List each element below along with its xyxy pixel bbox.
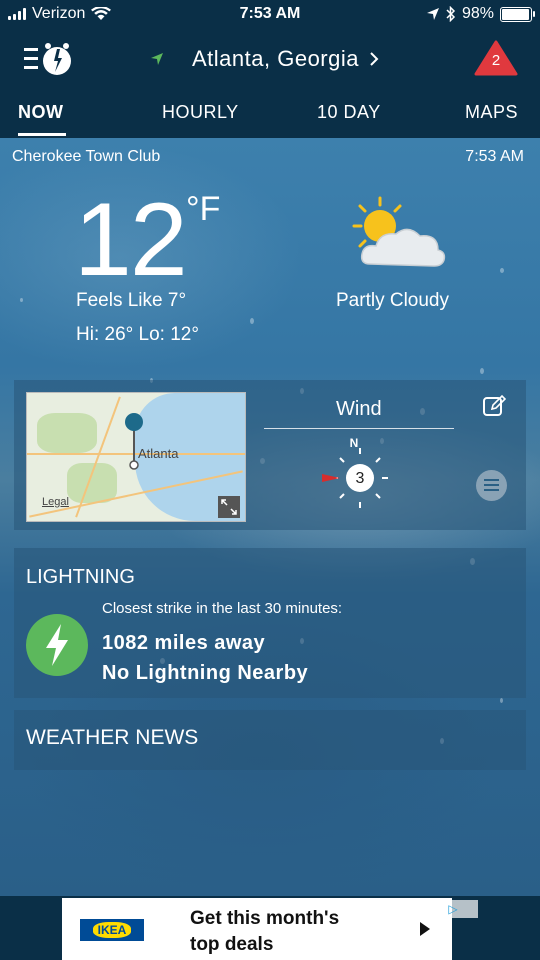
ikea-logo-text: IKEA [92, 922, 132, 938]
condition-text: Partly Cloudy [336, 290, 449, 311]
tab-bar: NOW HOURLY 10 DAY MAPS [0, 90, 540, 138]
battery-icon [500, 6, 535, 22]
adchoices-icon[interactable]: ▷ [428, 900, 478, 918]
tab-now[interactable]: NOW [18, 102, 64, 123]
map-city-label: Atlanta [138, 446, 179, 461]
divider [264, 428, 454, 429]
wind-direction-arrow-icon [322, 474, 340, 482]
tab-maps[interactable]: MAPS [465, 102, 518, 123]
observation-time: 7:53 AM [465, 148, 524, 165]
lightning-distance: 1082 miles away [102, 632, 266, 654]
lightning-title: LIGHTNING [26, 566, 135, 588]
location-selector[interactable]: Atlanta, Georgia [150, 46, 379, 72]
play-arrow-icon [420, 922, 430, 936]
app-header: Atlanta, Georgia 2 [0, 30, 540, 90]
weather-news-title: WEATHER NEWS [26, 726, 199, 749]
map-legal-link[interactable]: Legal [42, 496, 69, 508]
status-bar: Verizon 7:53 AM 98% [0, 0, 540, 30]
alert-count: 2 [491, 52, 501, 69]
wind-title: Wind [336, 398, 382, 420]
ad-headline: Get this month's [190, 908, 340, 929]
edit-icon[interactable] [482, 394, 506, 418]
ad-banner[interactable]: IKEA Get this month's top deals [62, 898, 452, 960]
lightning-bolt-icon [26, 614, 88, 676]
menu-logo-icon[interactable] [22, 40, 76, 78]
ikea-logo: IKEA [80, 919, 144, 941]
bluetooth-icon [446, 6, 456, 22]
partly-cloudy-icon [352, 196, 446, 267]
lightning-status: No Lightning Nearby [102, 662, 309, 684]
location-name: Atlanta, Georgia [192, 46, 359, 71]
chevron-right-icon [370, 52, 379, 66]
temperature-unit: °F [186, 190, 221, 228]
tab-hourly[interactable]: HOURLY [162, 102, 239, 123]
active-tab-indicator [18, 133, 66, 136]
hi-lo: Hi: 26° Lo: 12° [76, 324, 199, 345]
wind-compass: N 3 [320, 436, 390, 512]
station-name: Cherokee Town Club [12, 148, 161, 165]
feels-like: Feels Like 7° [76, 290, 187, 311]
location-arrow-icon [151, 53, 163, 65]
current-temperature: 12 [74, 182, 188, 298]
battery-percent: 98% [461, 5, 494, 22]
expand-icon[interactable] [218, 496, 240, 518]
alerts-button[interactable]: 2 [474, 40, 518, 76]
status-right: 98% [426, 5, 535, 23]
closest-strike-label: Closest strike in the last 30 minutes: [102, 600, 343, 617]
tab-10-day[interactable]: 10 DAY [317, 102, 381, 123]
location-arrow-icon [426, 8, 439, 20]
ad-subline: top deals [190, 934, 274, 955]
wind-speed: 3 [355, 470, 365, 487]
map-pin-icon [125, 413, 143, 470]
